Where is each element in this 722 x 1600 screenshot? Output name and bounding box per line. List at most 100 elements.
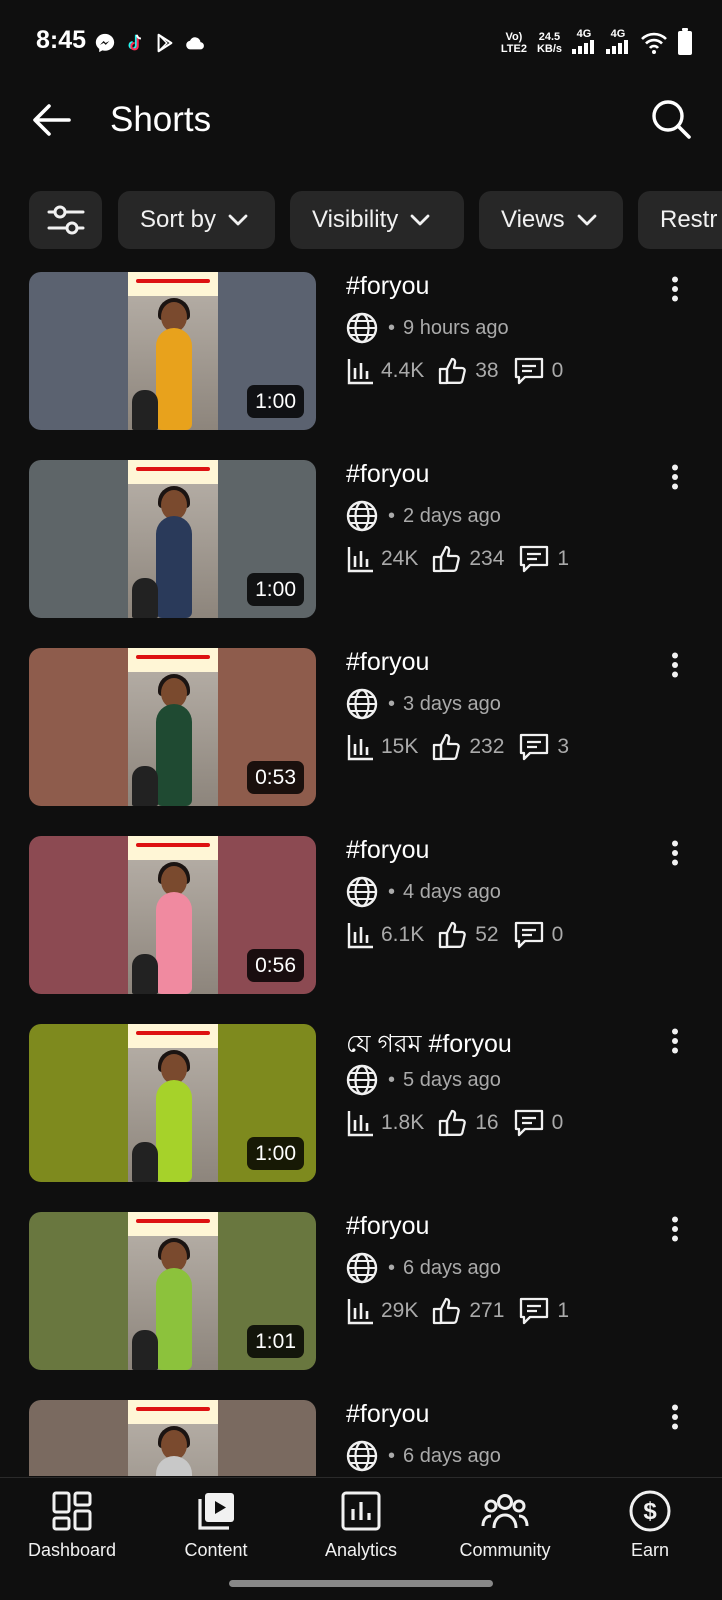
sort-by-chip[interactable]: Sort by xyxy=(118,191,275,249)
nav-content[interactable]: Content xyxy=(151,1488,281,1568)
thumbnail-caption-banner xyxy=(128,836,218,860)
video-list-item[interactable]: 1:00 যে গরম #foryou • 5 days ago 1.8K 16 0 xyxy=(0,1022,722,1182)
thumbnail-caption-banner xyxy=(128,272,218,296)
nav-community[interactable]: Community xyxy=(440,1488,570,1568)
cloud-icon xyxy=(186,37,204,50)
video-title[interactable]: #foryou xyxy=(346,460,429,489)
video-thumbnail[interactable]: 1:00 xyxy=(29,272,316,430)
video-list-item[interactable]: 0:56 #foryou • 4 days ago 6.1K 52 0 xyxy=(0,834,722,994)
views-icon xyxy=(347,359,373,385)
views-count: 6.1K xyxy=(381,923,425,946)
thumbnail-figure-small xyxy=(132,390,158,430)
nav-label: Dashboard xyxy=(27,1540,117,1560)
chip-label: Visibility xyxy=(312,206,399,233)
video-more-button[interactable] xyxy=(660,1024,690,1058)
video-more-button[interactable] xyxy=(660,648,690,682)
comments-stat: 1 xyxy=(518,1296,569,1326)
video-thumbnail[interactable]: 1:00 xyxy=(29,1024,316,1182)
thumbnail-figure-small xyxy=(132,766,158,806)
video-stats: 1.8K 16 0 xyxy=(346,1108,577,1138)
filter-settings-button[interactable] xyxy=(29,191,102,249)
comment-icon xyxy=(520,545,549,573)
views-stat: 4.4K xyxy=(346,357,424,385)
likes-stat: 38 xyxy=(438,356,499,386)
separator-dot: • xyxy=(388,692,396,715)
more-vertical-icon xyxy=(672,652,678,678)
search-button[interactable] xyxy=(646,94,696,144)
views-stat: 29K xyxy=(346,1297,418,1325)
nav-dashboard[interactable]: Dashboard xyxy=(7,1488,137,1568)
globe-icon xyxy=(346,688,378,720)
video-thumbnail[interactable]: 0:53 xyxy=(29,648,316,806)
more-vertical-icon xyxy=(672,1404,678,1430)
separator-dot: • xyxy=(388,316,396,339)
chip-label: Views xyxy=(501,206,565,233)
video-list-item[interactable]: 0:53 #foryou • 3 days ago 15K 232 3 xyxy=(0,646,722,806)
thumbs-up-icon xyxy=(439,1109,467,1137)
video-title[interactable]: #foryou xyxy=(346,1212,429,1241)
thumbnail-figure xyxy=(156,1080,192,1182)
video-more-button[interactable] xyxy=(660,1400,690,1434)
thumbs-up-icon xyxy=(433,733,461,761)
video-list-item[interactable]: #foryou • 6 days ago xyxy=(0,1398,722,1476)
nav-analytics[interactable]: Analytics xyxy=(296,1488,426,1568)
video-time-ago: 2 days ago xyxy=(403,504,501,527)
video-list-item[interactable]: 1:01 #foryou • 6 days ago 29K 271 1 xyxy=(0,1210,722,1370)
earn-icon: $ xyxy=(629,1490,671,1532)
comments-stat: 1 xyxy=(518,544,569,574)
separator-dot: • xyxy=(388,1444,396,1467)
thumbnail-figure xyxy=(156,1268,192,1370)
video-title[interactable]: #foryou xyxy=(346,272,429,301)
likes-stat: 234 xyxy=(432,544,504,574)
video-thumbnail[interactable]: 0:56 xyxy=(29,836,316,994)
video-meta: • 5 days ago xyxy=(346,1064,501,1096)
views-chip[interactable]: Views xyxy=(479,191,623,249)
thumbnail-caption-banner xyxy=(128,460,218,484)
video-stats: 15K 232 3 xyxy=(346,732,583,762)
video-more-button[interactable] xyxy=(660,272,690,306)
comments-stat: 0 xyxy=(513,356,564,386)
nav-earn[interactable]: $ Earn xyxy=(585,1488,715,1568)
video-title[interactable]: যে গরম #foryou xyxy=(346,1024,512,1067)
thumbnail-caption-banner xyxy=(128,1024,218,1048)
video-thumbnail[interactable]: 1:00 xyxy=(29,460,316,618)
video-time-ago: 3 days ago xyxy=(403,692,501,715)
globe-icon xyxy=(346,500,378,532)
signal-icon xyxy=(572,40,594,54)
video-thumbnail[interactable]: 1:01 xyxy=(29,1212,316,1370)
dashboard-icon xyxy=(52,1491,92,1531)
video-more-button[interactable] xyxy=(660,836,690,870)
nav-label: Earn xyxy=(630,1540,670,1560)
video-title[interactable]: #foryou xyxy=(346,836,429,865)
video-title[interactable]: #foryou xyxy=(346,1400,429,1429)
filter-chip-bar: Sort by Visibility Views Restr xyxy=(0,190,722,250)
views-count: 29K xyxy=(381,1299,419,1322)
video-more-button[interactable] xyxy=(660,1212,690,1246)
comments-count: 0 xyxy=(551,1111,564,1134)
video-title[interactable]: #foryou xyxy=(346,648,429,677)
views-icon xyxy=(347,923,373,949)
likes-stat: 16 xyxy=(438,1108,499,1138)
back-button[interactable] xyxy=(28,96,76,144)
thumbnail-caption-banner xyxy=(128,1400,218,1424)
restrictions-chip[interactable]: Restr xyxy=(638,191,722,249)
more-vertical-icon xyxy=(672,1216,678,1242)
video-thumbnail[interactable] xyxy=(29,1400,316,1476)
thumbnail-image xyxy=(128,1024,218,1182)
video-list-item[interactable]: 1:00 #foryou • 2 days ago 24K 234 1 xyxy=(0,458,722,618)
video-duration: 0:56 xyxy=(247,949,304,982)
thumbnail-image xyxy=(128,836,218,994)
video-list-item[interactable]: 1:00 #foryou • 9 hours ago 4.4K 38 0 xyxy=(0,270,722,430)
chevron-down-icon xyxy=(228,214,248,226)
comments-count: 0 xyxy=(551,359,564,382)
community-icon xyxy=(481,1494,529,1529)
signal-2: 4G xyxy=(606,28,630,57)
views-count: 4.4K xyxy=(381,359,425,382)
visibility-chip[interactable]: Visibility xyxy=(290,191,464,249)
more-vertical-icon xyxy=(672,1028,678,1054)
video-more-button[interactable] xyxy=(660,460,690,494)
video-time-ago: 9 hours ago xyxy=(403,316,509,339)
home-indicator[interactable] xyxy=(229,1580,493,1587)
separator-dot: • xyxy=(388,504,396,527)
views-stat: 6.1K xyxy=(346,921,424,949)
